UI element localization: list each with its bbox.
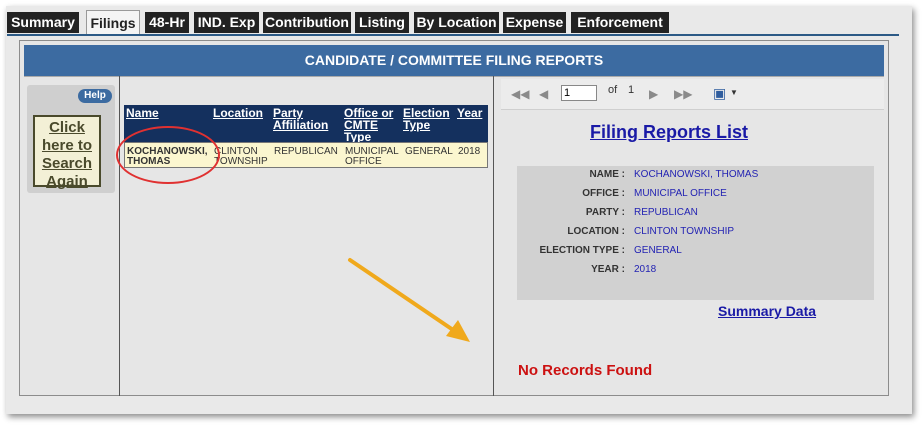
field-value-election-type: GENERAL <box>634 245 682 256</box>
report-title[interactable]: Filing Reports List <box>590 122 748 143</box>
field-label-location: LOCATION : <box>567 226 625 237</box>
tab-ind-exp[interactable]: IND. Exp <box>194 12 259 33</box>
left-column-divider <box>119 76 120 396</box>
tab-by-location[interactable]: By Location <box>414 12 499 33</box>
cell-office: MUNICIPAL OFFICE <box>345 146 399 167</box>
save-export-icon[interactable]: ▣ <box>713 85 726 102</box>
column-header-location[interactable]: Location <box>213 107 271 119</box>
search-panel: Help Click here to Search Again <box>27 85 115 193</box>
tab-enforcement[interactable]: Enforcement <box>571 12 669 33</box>
field-value-location: CLINTON TOWNSHIP <box>634 226 735 237</box>
search-again-link[interactable]: Click here to Search Again <box>33 115 101 190</box>
report-toolbar: ◀◀ ◀ of 1 ▶ ▶▶ ▣ ▼ <box>501 79 884 110</box>
header-divider <box>24 76 884 77</box>
tab-filings[interactable]: Filings <box>86 10 140 35</box>
chevron-down-icon[interactable]: ▼ <box>730 88 738 97</box>
tab-underline <box>7 34 899 36</box>
column-header-name[interactable]: Name <box>126 107 210 119</box>
cell-party: REPUBLICAN <box>274 146 338 157</box>
page-title-banner: CANDIDATE / COMMITTEE FILING REPORTS <box>24 45 884 76</box>
field-value-name: KOCHANOWSKI, THOMAS <box>634 169 759 180</box>
right-column-divider <box>493 76 494 396</box>
page-number-input[interactable] <box>561 85 597 101</box>
column-header-election-type[interactable]: Election Type <box>403 107 455 131</box>
cell-year: 2018 <box>458 146 481 157</box>
cell-election-type: GENERAL <box>405 146 453 157</box>
tab-listing[interactable]: Listing <box>355 12 409 33</box>
field-label-election-type: ELECTION TYPE : <box>539 245 625 256</box>
annotation-circle <box>116 126 220 184</box>
next-page-icon[interactable]: ▶ <box>649 87 658 101</box>
no-records-message: No Records Found <box>518 362 653 379</box>
column-header-office[interactable]: Office or CMTE Type <box>344 107 400 143</box>
tab-contribution[interactable]: Contribution <box>263 12 351 33</box>
tab-48-hr[interactable]: 48-Hr <box>145 12 189 33</box>
cell-location: CLINTON TOWNSHIP <box>214 146 268 167</box>
field-label-name: NAME : <box>589 169 625 180</box>
column-header-year[interactable]: Year <box>457 107 487 119</box>
field-label-party: PARTY : <box>585 207 625 218</box>
annotation-arrow <box>348 258 470 342</box>
last-page-icon[interactable]: ▶▶ <box>674 87 692 101</box>
tab-summary[interactable]: Summary <box>7 12 79 33</box>
tab-expense[interactable]: Expense <box>503 12 566 33</box>
summary-data-link[interactable]: Summary Data <box>718 303 816 319</box>
field-label-office: OFFICE : <box>582 188 625 199</box>
field-value-year: 2018 <box>634 264 657 275</box>
previous-page-icon[interactable]: ◀ <box>539 87 548 101</box>
report-details-box: NAME : KOCHANOWSKI, THOMAS OFFICE : MUNI… <box>517 166 874 300</box>
first-page-icon[interactable]: ◀◀ <box>511 87 529 101</box>
total-pages: 1 <box>628 84 635 96</box>
field-value-office: MUNICIPAL OFFICE <box>634 188 727 199</box>
column-header-party[interactable]: Party Affiliation <box>273 107 341 131</box>
of-label: of <box>608 84 618 96</box>
field-value-party: REPUBLICAN <box>634 207 698 218</box>
field-label-year: YEAR : <box>591 264 625 275</box>
help-button[interactable]: Help <box>78 89 112 103</box>
